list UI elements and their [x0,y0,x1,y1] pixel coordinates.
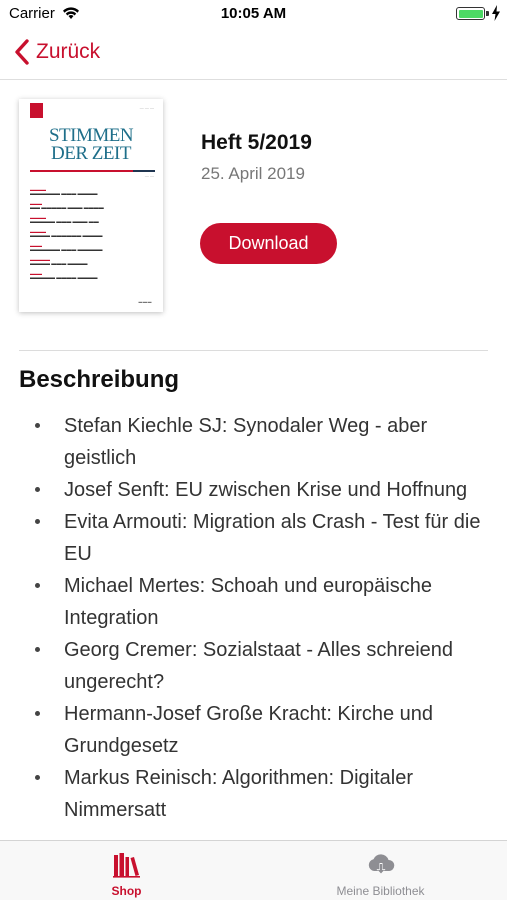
back-label: Zurück [36,40,101,63]
back-button[interactable]: Zurück [14,38,100,66]
list-item: Markus Reinisch: Algorithmen: Digitaler … [19,762,489,826]
cover-meta-decoration: — — — [139,105,154,110]
tab-label-meine-bibliothek: Meine Bibliothek [336,884,425,898]
cover-article: ▬▬▬ ▬▬▬▬▬ ▬▬▬▬ ▬▬▬▬ [30,271,98,281]
list-item: Josef Senft: EU zwischen Krise und Hoffn… [19,474,489,506]
description-heading: Beschreibung [19,366,180,393]
battery-icon [456,7,485,20]
cover-issue-decoration: — — [144,173,154,178]
cover-article: ▬▬▬▬ ▬▬▬▬▬▬ ▬▬▬ ▬▬▬▬ [30,187,98,197]
bullet-icon [35,519,40,524]
cover-magazine-title: STIMMEN DER ZEIT [19,126,163,164]
cover-article: ▬▬▬▬▬ ▬▬▬▬ ▬▬▬ ▬▬▬▬ [30,257,88,267]
battery-level [458,9,483,18]
list-item: Stefan Kiechle SJ: Synodaler Weg - aber … [19,410,489,474]
article-text: Josef Senft: EU zwischen Krise und Hoffn… [64,479,468,501]
article-text: Michael Mertes: Schoah und europäische I… [64,575,432,629]
list-item: Hermann-Josef Große Kracht: Kirche und G… [19,698,489,762]
article-text: Markus Reinisch: Algorithmen: Digitaler … [64,767,414,821]
publisher-logo [30,103,43,118]
books-icon [113,853,140,878]
tab-shop[interactable]: Shop [0,841,253,900]
status-time: 10:05 AM [220,5,287,22]
article-text: Georg Cremer: Sozialstaat - Alles schrei… [64,639,454,693]
list-item: Evita Armouti: Migration als Crash - Tes… [19,506,489,570]
cover-title-line-2: DER ZEIT [51,143,131,164]
status-bar: Carrier 10:05 AM [0,0,507,28]
cover-rule-red [30,170,133,172]
issue-date: 25. April 2019 [201,164,305,183]
cover-publisher-decoration: ▬▬▬ [138,299,152,304]
article-text: Stefan Kiechle SJ: Synodaler Weg - aber … [64,415,428,469]
cover-article: ▬▬▬▬ ▬▬▬▬ ▬▬▬▬▬▬ ▬▬▬▬ [30,229,103,239]
bullet-icon [35,583,40,588]
bullet-icon [35,711,40,716]
article-text: Evita Armouti: Migration als Crash - Tes… [64,511,481,565]
list-item: Georg Cremer: Sozialstaat - Alles schrei… [19,634,489,698]
section-divider [19,350,488,351]
bullet-icon [35,647,40,652]
cloud-download-icon [368,854,395,874]
tab-label-shop: Shop [111,884,142,898]
article-list[interactable]: Stefan Kiechle SJ: Synodaler Weg - aber … [19,410,489,840]
list-item: Michael Mertes: Schoah und europäische I… [19,570,489,634]
navigation-bar: Zurück [0,28,507,80]
bullet-icon [35,775,40,780]
tab-bar: Shop Meine Bibliothek [0,840,507,900]
charging-bolt-icon [492,5,500,21]
issue-cover-image[interactable]: — — — STIMMEN DER ZEIT — — ▬▬▬▬ ▬▬▬▬▬▬ ▬▬… [19,99,163,312]
cover-article: ▬▬▬▬ ▬▬▬▬▬ ▬▬▬ ▬▬▬ ▬▬ [30,215,99,225]
cover-article: ▬▬▬ ▬▬▬▬▬▬ ▬▬▬ ▬▬▬▬▬ [30,243,103,253]
bullet-icon [35,423,40,428]
cover-article-list: ▬▬▬▬ ▬▬▬▬▬▬ ▬▬▬ ▬▬▬▬ ▬▬▬ ▬▬ ▬▬▬▬▬ ▬▬▬ ▬▬▬▬… [30,187,152,285]
article-text: Hermann-Josef Große Kracht: Kirche und G… [64,703,434,757]
chevron-left-icon [15,39,29,65]
issue-title: Heft 5/2019 [201,131,312,154]
battery-tip [486,11,489,16]
cover-article: ▬▬▬ ▬▬ ▬▬▬▬▬ ▬▬▬ ▬▬▬▬ [30,201,104,211]
download-button[interactable]: Download [200,223,337,264]
cover-rule-dark [133,170,155,172]
tab-meine-bibliothek[interactable]: Meine Bibliothek [254,841,507,900]
bullet-icon [35,487,40,492]
